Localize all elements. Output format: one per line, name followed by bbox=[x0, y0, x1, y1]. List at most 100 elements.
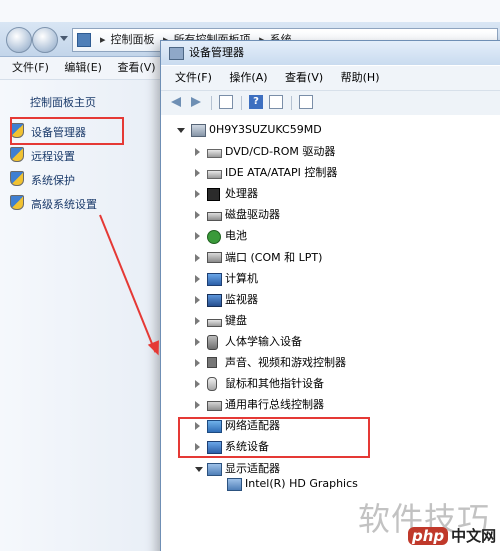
expand-icon[interactable] bbox=[195, 359, 200, 367]
control-panel-home-link[interactable]: 控制面板主页 bbox=[30, 94, 96, 110]
tree-category-label: 磁盘驱动器 bbox=[225, 208, 280, 221]
tree-category-row[interactable]: 端口 (COM 和 LPT) bbox=[161, 249, 500, 267]
disk-drive-icon bbox=[207, 212, 222, 221]
back-arrow-icon[interactable] bbox=[169, 95, 183, 109]
disc-drive-icon bbox=[207, 149, 222, 158]
forward-arrow-icon[interactable] bbox=[189, 95, 203, 109]
device-manager-window: 设备管理器 文件(F) 操作(A) 查看(V) 帮助(H) ? 0H9Y3SUZ… bbox=[160, 40, 500, 551]
sidebar-link-label: 高级系统设置 bbox=[31, 198, 97, 211]
control-panel-icon bbox=[77, 33, 91, 47]
tree-category-row[interactable]: 鼠标和其他指针设备 bbox=[161, 375, 500, 393]
tree-category-label: 人体学输入设备 bbox=[225, 335, 302, 348]
scan-hardware-icon[interactable] bbox=[299, 95, 313, 109]
annotation-highlight-device-manager-link bbox=[10, 117, 124, 145]
computer-icon bbox=[191, 124, 206, 137]
tree-category-label: 监视器 bbox=[225, 293, 258, 306]
control-panel-menubar: 文件(F) 编辑(E) 查看(V) bbox=[0, 57, 165, 80]
device-manager-toolbar: ? bbox=[161, 90, 500, 116]
port-icon bbox=[207, 252, 222, 263]
tree-category-row[interactable]: 处理器 bbox=[161, 185, 500, 203]
show-hide-console-tree-icon[interactable] bbox=[219, 95, 233, 109]
sidebar-link-remote-settings[interactable]: 远程设置 bbox=[10, 147, 75, 163]
battery-icon bbox=[207, 230, 221, 244]
expand-icon[interactable] bbox=[195, 190, 200, 198]
device-manager-titlebar[interactable]: 设备管理器 bbox=[161, 41, 500, 65]
menu-edit[interactable]: 编辑(E) bbox=[64, 61, 102, 74]
sidebar-link-label: 远程设置 bbox=[31, 150, 75, 163]
expand-icon[interactable] bbox=[195, 380, 200, 388]
collapse-icon[interactable] bbox=[195, 467, 203, 472]
expand-icon[interactable] bbox=[195, 401, 200, 409]
tree-category-row[interactable]: 监视器 bbox=[161, 291, 500, 309]
sidebar-link-label: 系统保护 bbox=[31, 174, 75, 187]
menu-action[interactable]: 操作(A) bbox=[229, 71, 267, 84]
toolbar-divider bbox=[291, 96, 292, 110]
recent-pages-chevron-down-icon[interactable] bbox=[60, 36, 68, 41]
expand-icon[interactable] bbox=[195, 232, 200, 240]
tree-category-label: 电池 bbox=[225, 229, 247, 242]
tree-category-row[interactable]: IDE ATA/ATAPI 控制器 bbox=[161, 164, 500, 182]
sidebar-link-advanced-settings[interactable]: 高级系统设置 bbox=[10, 195, 97, 211]
keyboard-icon bbox=[207, 319, 222, 327]
tree-category-row[interactable]: 人体学输入设备 bbox=[161, 333, 500, 351]
monitor-icon bbox=[207, 294, 222, 307]
expand-icon[interactable] bbox=[195, 275, 200, 283]
screenshot-root: ▸控制面板 ▸所有控制面板项 ▸系统 文件(F) 编辑(E) 查看(V) 控制面… bbox=[0, 0, 500, 551]
collapse-icon[interactable] bbox=[177, 128, 185, 133]
ide-controller-icon bbox=[207, 170, 222, 179]
brand-cn: 中文网 bbox=[451, 527, 497, 545]
tree-category-row[interactable]: 键盘 bbox=[161, 312, 500, 330]
tree-root-label: 0H9Y3SUZUKC59MD bbox=[209, 123, 322, 136]
brand-php: php bbox=[408, 527, 449, 545]
brand-logo: php 中文网 bbox=[408, 525, 496, 546]
menu-view[interactable]: 查看(V) bbox=[117, 61, 155, 74]
tree-category-row[interactable]: 声音、视频和游戏控制器 bbox=[161, 354, 500, 372]
shield-icon bbox=[10, 171, 24, 186]
properties-icon[interactable] bbox=[269, 95, 283, 109]
toolbar-divider bbox=[211, 96, 212, 110]
mouse-icon bbox=[207, 377, 217, 391]
expand-icon[interactable] bbox=[195, 148, 200, 156]
tree-category-label: 鼠标和其他指针设备 bbox=[225, 377, 324, 390]
tree-category-label: DVD/CD-ROM 驱动器 bbox=[225, 145, 336, 158]
toolbar-divider bbox=[241, 96, 242, 110]
tree-item-intel-hd-graphics[interactable]: Intel(R) HD Graphics bbox=[161, 475, 500, 493]
menu-view[interactable]: 查看(V) bbox=[285, 71, 323, 84]
expand-icon[interactable] bbox=[195, 211, 200, 219]
shield-icon bbox=[10, 195, 24, 210]
tree-item-label: Intel(R) HD Graphics bbox=[245, 477, 358, 490]
tree-category-row[interactable]: 电池 bbox=[161, 227, 500, 245]
menu-help[interactable]: 帮助(H) bbox=[341, 71, 380, 84]
tree-category-row[interactable]: DVD/CD-ROM 驱动器 bbox=[161, 143, 500, 161]
usb-icon bbox=[207, 401, 222, 411]
display-adapter-icon bbox=[227, 478, 242, 491]
forward-button[interactable] bbox=[32, 27, 58, 53]
back-button[interactable] bbox=[6, 27, 32, 53]
device-manager-menubar: 文件(F) 操作(A) 查看(V) 帮助(H) bbox=[161, 66, 500, 90]
tree-category-row[interactable]: 磁盘驱动器 bbox=[161, 206, 500, 224]
menu-file[interactable]: 文件(F) bbox=[175, 71, 212, 84]
sidebar-link-system-protection[interactable]: 系统保护 bbox=[10, 171, 75, 187]
expand-icon[interactable] bbox=[195, 317, 200, 325]
device-manager-app-icon bbox=[169, 47, 184, 60]
expand-icon[interactable] bbox=[195, 296, 200, 304]
tree-category-row[interactable]: 计算机 bbox=[161, 270, 500, 288]
expand-icon[interactable] bbox=[195, 254, 200, 262]
tree-root[interactable]: 0H9Y3SUZUKC59MD bbox=[161, 121, 500, 139]
computer-icon bbox=[207, 273, 222, 286]
tree-category-label: 处理器 bbox=[225, 187, 258, 200]
tree-category-row[interactable]: 通用串行总线控制器 bbox=[161, 396, 500, 414]
tree-category-label: 计算机 bbox=[225, 272, 258, 285]
menu-file[interactable]: 文件(F) bbox=[12, 61, 49, 74]
shield-icon bbox=[10, 147, 24, 162]
processor-icon bbox=[207, 188, 220, 201]
breadcrumb-item[interactable]: 控制面板 bbox=[111, 33, 155, 46]
expand-icon[interactable] bbox=[195, 169, 200, 177]
tree-category-label: 端口 (COM 和 LPT) bbox=[225, 251, 323, 264]
device-tree: 0H9Y3SUZUKC59MD DVD/CD-ROM 驱动器 IDE ATA/AT… bbox=[161, 115, 500, 551]
window-title: 设备管理器 bbox=[189, 46, 244, 59]
expand-icon[interactable] bbox=[195, 338, 200, 346]
tree-category-label: IDE ATA/ATAPI 控制器 bbox=[225, 166, 338, 179]
help-icon[interactable]: ? bbox=[249, 95, 263, 109]
breadcrumb-separator: ▸ bbox=[100, 33, 106, 46]
